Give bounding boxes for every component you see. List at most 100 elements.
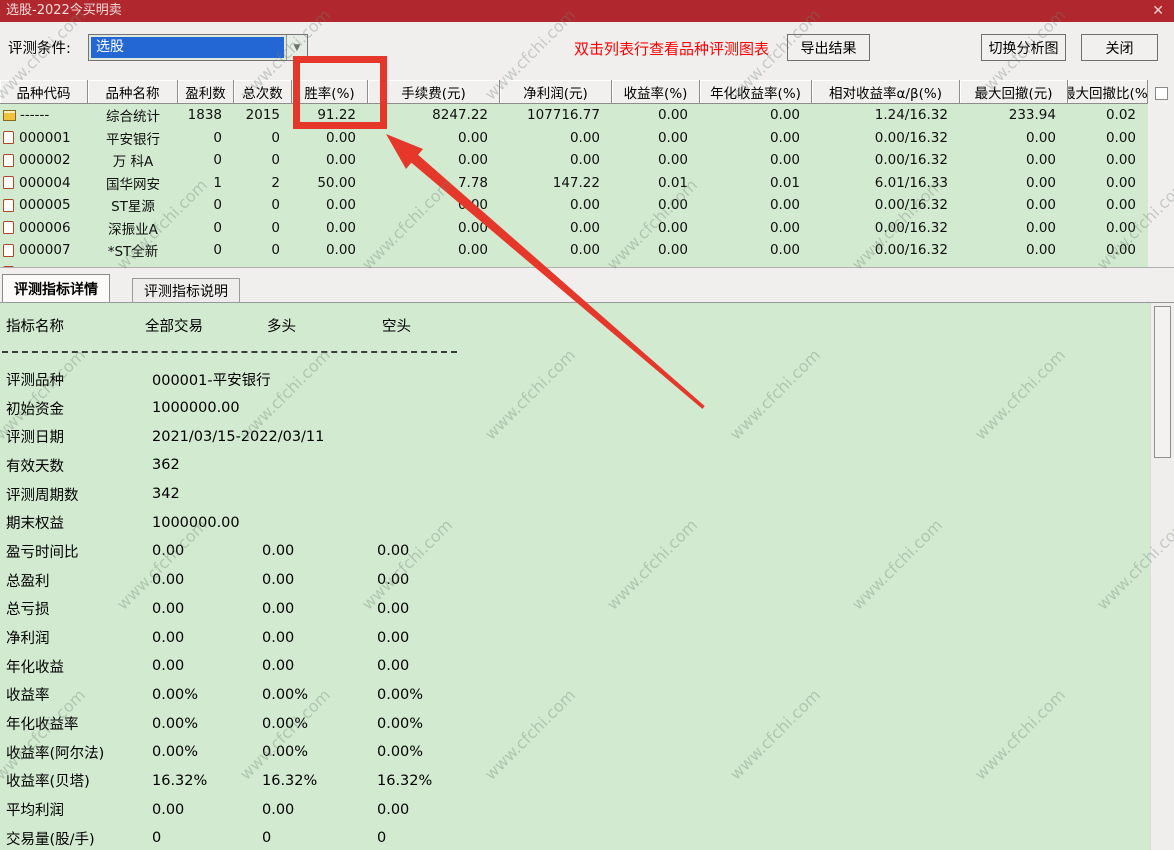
detail-value: 0.00 (262, 658, 295, 675)
detail-value: 16.32% (262, 772, 318, 789)
detail-row-label: 净利润 (6, 631, 50, 648)
table-cell: 0.00 (1105, 129, 1136, 146)
column-config-checkbox[interactable] (1155, 87, 1168, 100)
toolbar: 评测条件: 选股 ▼ 双击列表行查看品种评测图表 导出结果 切换分析图 关闭 (0, 22, 1174, 80)
table-cell: 深振业A (108, 221, 158, 238)
table-cell: 0.00 (1025, 197, 1056, 214)
detail-row: 有效天数 362 (0, 451, 1150, 480)
condition-selected-value: 选股 (91, 37, 284, 58)
title-bar: 选股-2022今买明卖 ✕ (0, 0, 1174, 22)
table-cell: 0.00 (769, 197, 800, 214)
detail-row-label: 交易量(股/手) (6, 831, 95, 848)
window-close-icon[interactable]: ✕ (1152, 0, 1164, 22)
tab-indicator-details[interactable]: 评测指标详情 (2, 274, 110, 302)
code-cell: 000002 (0, 149, 88, 172)
column-header[interactable]: 胜率(%) (292, 80, 368, 104)
detail-value: 0.00 (262, 572, 295, 589)
detail-value: 0.00 (152, 658, 185, 675)
results-table-header: 品种代码 品种名称 盈利数 总次数 胜率(%) 手续费(元) 净利润(元) 收益率(%) 年化收… (0, 80, 1148, 104)
detail-row: 收益率(贝塔) 16.32% 16.32% 16.32% (0, 767, 1150, 796)
table-row[interactable]: 000004 国华网安 1 2 50.00 7.78 147.22 0.01 0.01 6.01/… (0, 172, 1148, 195)
column-header[interactable]: 盈利数 (178, 80, 234, 104)
detail-row: 平均利润 0.00 0.00 0.00 (0, 795, 1150, 824)
export-results-button[interactable]: 导出结果 (787, 34, 870, 61)
code-cell: 000005 (0, 194, 88, 217)
detail-value: 0.00 (262, 629, 295, 646)
table-cell: 0.00 (769, 107, 800, 124)
table-cell: 0.00 (325, 242, 356, 259)
detail-value: 0.00% (152, 686, 199, 703)
column-header[interactable]: 品种名称 (88, 80, 178, 104)
code-text: 000004 (19, 174, 71, 191)
table-row[interactable]: 000006 深振业A 0 0 0.00 0.00 0.00 0.00 0.00 0.00/16.… (0, 217, 1148, 240)
column-header[interactable]: 最大回撤(元) (960, 80, 1068, 104)
table-cell: 0 (213, 242, 222, 259)
column-header[interactable]: 年化收益率(%) (700, 80, 812, 104)
code-text: 000005 (19, 197, 71, 214)
column-header[interactable]: 净利润(元) (500, 80, 612, 104)
column-header[interactable]: 品种代码 (0, 80, 88, 104)
table-cell: 0.00 (769, 129, 800, 146)
table-cell: 0.00 (325, 197, 356, 214)
column-header[interactable]: 最大回撤比(%) (1068, 80, 1148, 104)
detail-value: 0.00% (152, 744, 199, 761)
detail-value: 0.00% (152, 715, 199, 732)
table-cell: 万 科A (112, 154, 154, 171)
detail-row: 期末权益 1000000.00 (0, 508, 1150, 537)
table-cell: 0.01 (657, 174, 688, 191)
table-cell: 0.00 (657, 152, 688, 169)
results-table: 品种代码 品种名称 盈利数 总次数 胜率(%) 手续费(元) 净利润(元) 收益率(%) 年化收… (0, 80, 1148, 267)
condition-combobox[interactable]: 选股 ▼ (88, 34, 308, 61)
detail-row: 交易量(股/手) 0 0 0 (0, 824, 1150, 850)
table-cell: 0.02 (1105, 107, 1136, 124)
detail-header-row: 指标名称 全部交易 多头 空头 (0, 315, 1150, 336)
detail-panel: 指标名称 全部交易 多头 空头 评测品种 000001-平安银行 初始资金 1000000.… (0, 303, 1150, 850)
detail-row: 年化收益率 0.00% 0.00% 0.00% (0, 709, 1150, 738)
document-icon (3, 243, 14, 257)
table-cell: 0.00 (1105, 242, 1136, 259)
column-header[interactable]: 总次数 (234, 80, 292, 104)
detail-row-label: 评测日期 (6, 430, 64, 447)
table-row[interactable]: ------ 综合统计 1838 2015 91.22 8247.22 107716.77 0… (0, 104, 1148, 127)
column-header[interactable]: 相对收益率α/β(%) (812, 80, 960, 104)
tab-indicator-description[interactable]: 评测指标说明 (132, 278, 240, 302)
table-cell: 0.00 (457, 242, 488, 259)
detail-value: 0.00% (262, 715, 309, 732)
table-cell: 0.00 (457, 152, 488, 169)
detail-value: 0.00 (262, 801, 295, 818)
table-row[interactable]: 000007 *ST全新 0 0 0.00 0.00 0.00 0.00 0.00 0.00/16… (0, 239, 1148, 262)
table-cell: 0.00 (1025, 174, 1056, 191)
document-icon (3, 221, 14, 235)
table-cell: 0.00 (1105, 219, 1136, 236)
detail-value: 0.00 (152, 600, 185, 617)
condition-label: 评测条件: (8, 41, 71, 57)
document-icon (3, 198, 14, 212)
table-row[interactable]: 000002 万 科A 0 0 0.00 0.00 0.00 0.00 0.00 0.00/16.… (0, 149, 1148, 172)
table-row[interactable]: 000005 ST星源 0 0 0.00 0.00 0.00 0.00 0.00 0.00/16.… (0, 194, 1148, 217)
table-cell: 7.78 (457, 174, 488, 191)
chevron-down-icon[interactable]: ▼ (286, 35, 307, 60)
detail-column-header: 全部交易 (145, 319, 203, 335)
vertical-scrollbar[interactable] (1150, 303, 1174, 850)
switch-analysis-chart-button[interactable]: 切换分析图 (981, 34, 1066, 61)
detail-row-label: 平均利润 (6, 803, 64, 820)
table-cell: 0 (213, 129, 222, 146)
table-cell: 2 (271, 174, 280, 191)
scrollbar-thumb[interactable] (1154, 306, 1171, 458)
column-header[interactable]: 收益率(%) (612, 80, 700, 104)
detail-row: 年化收益 0.00 0.00 0.00 (0, 652, 1150, 681)
table-cell: 0.00 (569, 242, 600, 259)
table-cell: 0 (271, 242, 280, 259)
detail-value: 0.00 (152, 543, 185, 560)
table-cell: 0.00/16.32 (874, 152, 948, 169)
table-cell: 0 (271, 197, 280, 214)
close-button[interactable]: 关闭 (1081, 34, 1158, 61)
results-table-body: ------ 综合统计 1838 2015 91.22 8247.22 107716.77 0… (0, 104, 1148, 267)
detail-column-header: 指标名称 (6, 319, 64, 335)
detail-row-label: 盈亏时间比 (6, 544, 79, 561)
table-cell: 0.00 (457, 219, 488, 236)
column-header[interactable]: 手续费(元) (368, 80, 500, 104)
table-row[interactable]: 000001 平安银行 0 0 0.00 0.00 0.00 0.00 0.00 0.00/16.… (0, 127, 1148, 150)
detail-rows: 评测品种 000001-平安银行 初始资金 1000000.00 评测日期 2021/03… (0, 365, 1150, 850)
table-cell: 0.00 (569, 219, 600, 236)
